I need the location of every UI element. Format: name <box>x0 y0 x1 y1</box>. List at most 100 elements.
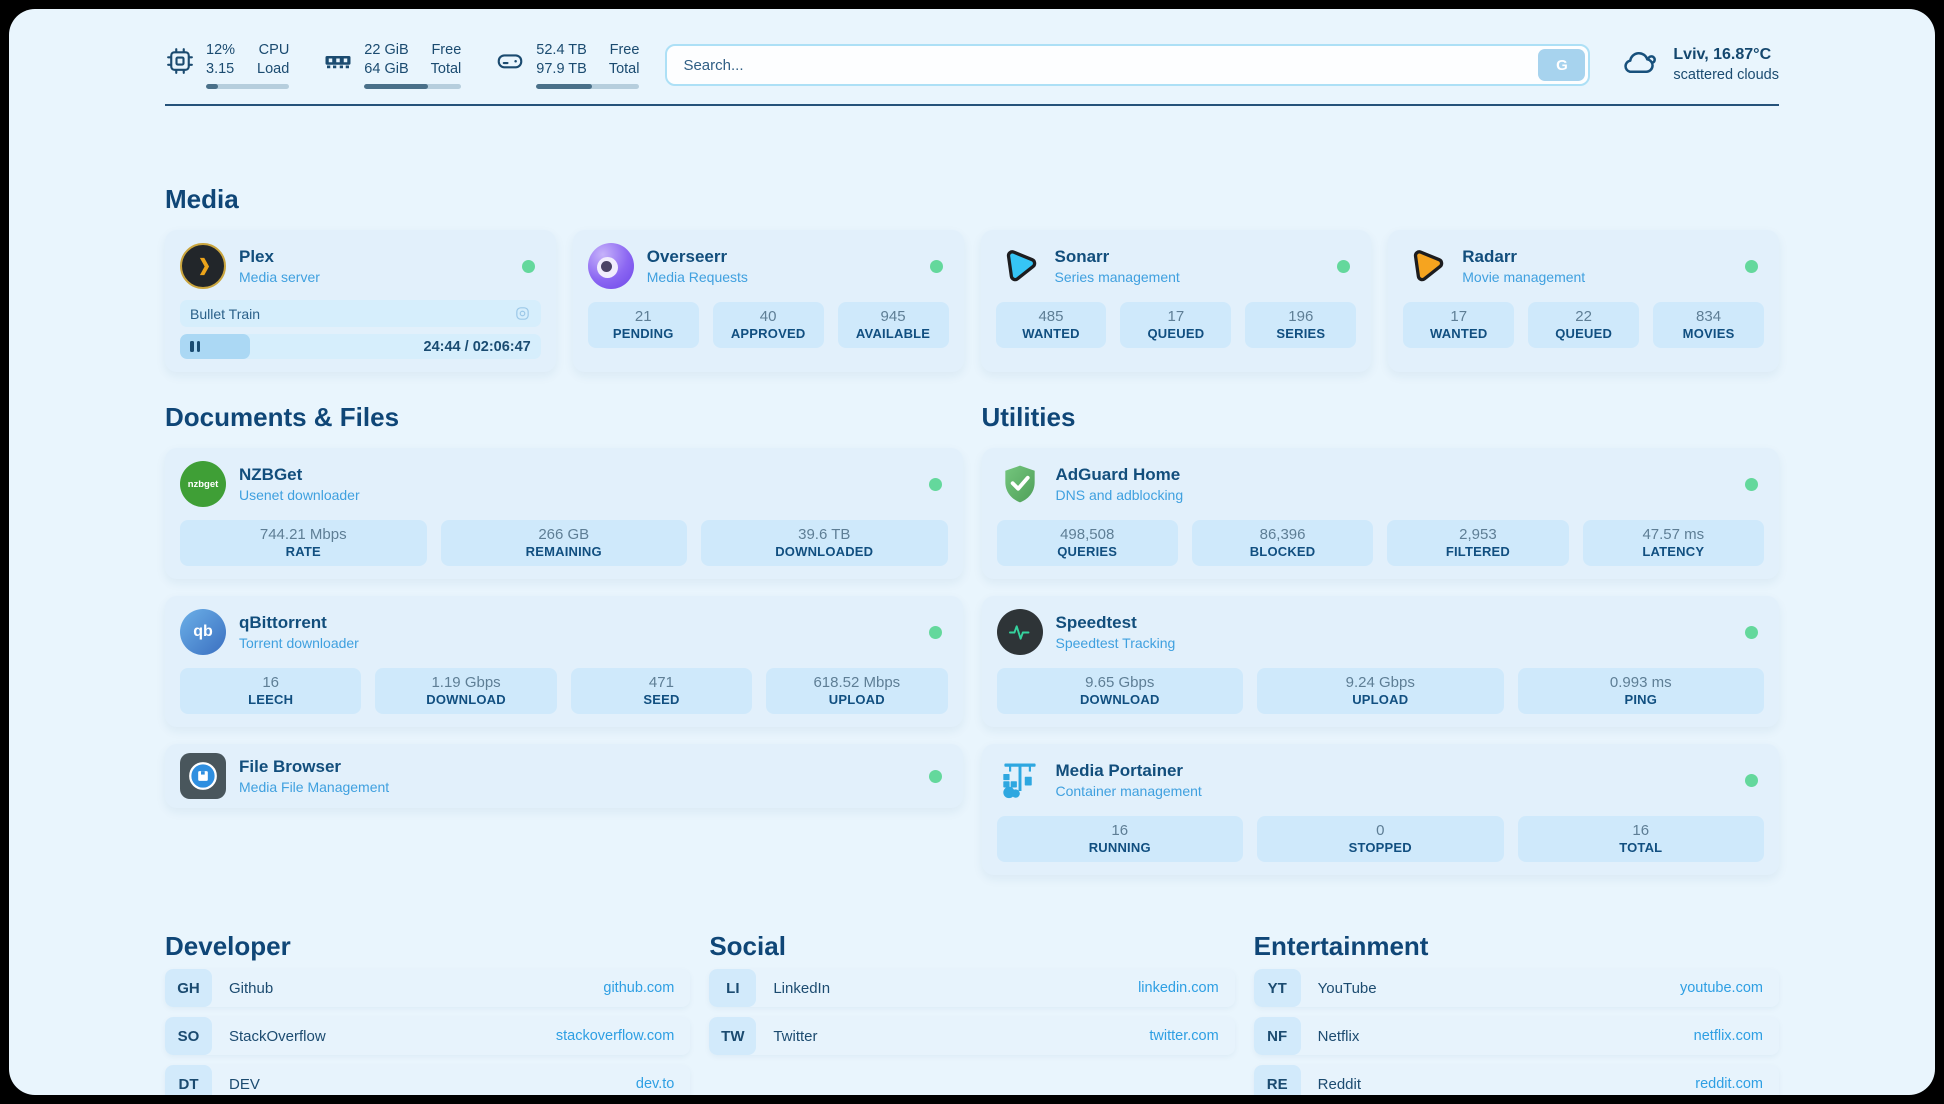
stat-label: APPROVED <box>715 326 822 341</box>
stat-box: 498,508 QUERIES <box>997 520 1178 566</box>
bookmark-name: DEV <box>229 1076 260 1093</box>
app-name: File Browser <box>239 757 389 777</box>
bookmark-name: Github <box>229 980 273 997</box>
stat-box: 9.65 Gbps DOWNLOAD <box>997 668 1244 714</box>
stat-value: 21 <box>590 308 697 325</box>
app-card-plex[interactable]: Plex Media server Bullet Train 24:44 / 0… <box>165 230 556 372</box>
stat-value: 945 <box>840 308 947 325</box>
app-name: Media Portainer <box>1056 761 1202 781</box>
app-description: Container management <box>1056 783 1202 799</box>
ram-total-value: 64 GiB <box>364 60 408 79</box>
bookmark-abbr-badge: LI <box>709 969 756 1007</box>
system-stats: 12% 3.15 CPU Load <box>165 41 639 89</box>
cpu-load-value: 3.15 <box>206 60 235 79</box>
disk-progress-fill <box>536 84 592 89</box>
app-name: qBittorrent <box>239 613 359 633</box>
stat-box: 9.24 Gbps UPLOAD <box>1257 668 1504 714</box>
bookmark-url: youtube.com <box>1680 980 1763 996</box>
utilities-column: Utilities AdGuard Home DNS and adblockin… <box>982 404 1780 875</box>
stat-value: 16 <box>999 822 1242 839</box>
cpu-percent: 12% <box>206 41 235 60</box>
stat-box: 16 RUNNING <box>997 816 1244 862</box>
bookmark-netflix[interactable]: NF Netflix netflix.com <box>1254 1017 1779 1055</box>
stat-label: AVAILABLE <box>840 326 947 341</box>
section-title-social: Social <box>709 933 1234 959</box>
cpu-label: CPU <box>257 41 289 60</box>
stat-label: DOWNLOAD <box>999 692 1242 707</box>
app-card-filebrowser[interactable]: File Browser Media File Management <box>165 744 963 808</box>
disk-total-value: 97.9 TB <box>536 60 587 79</box>
stat-value: 0 <box>1259 822 1502 839</box>
bookmark-url: stackoverflow.com <box>556 1028 674 1044</box>
bookmark-twitter[interactable]: TW Twitter twitter.com <box>709 1017 1234 1055</box>
adguard-icon <box>997 461 1043 507</box>
app-name: NZBGet <box>239 465 360 485</box>
cloud-icon <box>1620 47 1660 84</box>
app-card-portainer[interactable]: Media Portainer Container management 16 … <box>982 744 1780 875</box>
stat-box: 266 GB REMAINING <box>441 520 688 566</box>
documents-column: Documents & Files nzbget NZBGet Usenet d… <box>165 404 963 875</box>
stat-value: 498,508 <box>999 526 1176 543</box>
app-name: AdGuard Home <box>1056 465 1184 485</box>
stat-box: 0.993 ms PING <box>1518 668 1765 714</box>
stat-value: 39.6 TB <box>703 526 946 543</box>
stat-box: 744.21 Mbps RATE <box>180 520 427 566</box>
portainer-icon <box>997 757 1043 803</box>
app-card-overseerr[interactable]: Overseerr Media Requests 21 PENDING 40 A… <box>573 230 964 372</box>
stat-value: 266 GB <box>443 526 686 543</box>
app-name: Plex <box>239 247 320 267</box>
cpu-icon <box>165 41 195 81</box>
disk-widget: 52.4 TB 97.9 TB Free Total <box>495 41 639 89</box>
bookmark-dev[interactable]: DT DEV dev.to <box>165 1065 690 1095</box>
radarr-icon <box>1403 243 1449 289</box>
bookmark-github[interactable]: GH Github github.com <box>165 969 690 1007</box>
bookmark-stackoverflow[interactable]: SO StackOverflow stackoverflow.com <box>165 1017 690 1055</box>
ram-free-label: Free <box>431 41 462 60</box>
cpu-load-label: Load <box>257 60 289 79</box>
speedtest-icon <box>997 609 1043 655</box>
app-card-adguard[interactable]: AdGuard Home DNS and adblocking 498,508 … <box>982 448 1780 579</box>
section-title-utilities: Utilities <box>982 404 1780 430</box>
stat-box: 945 AVAILABLE <box>838 302 949 348</box>
stat-box: 47.57 ms LATENCY <box>1583 520 1764 566</box>
stat-value: 1.19 Gbps <box>377 674 554 691</box>
app-card-radarr[interactable]: Radarr Movie management 17 WANTED 22 QUE… <box>1388 230 1779 372</box>
app-card-qbittorrent[interactable]: qb qBittorrent Torrent downloader 16 LEE… <box>165 596 963 727</box>
bookmark-name: YouTube <box>1318 980 1377 997</box>
stat-label: RUNNING <box>999 840 1242 855</box>
stat-box: 86,396 BLOCKED <box>1192 520 1373 566</box>
playback-time: 24:44 / 02:06:47 <box>424 339 541 355</box>
bookmark-abbr-badge: RE <box>1254 1065 1301 1095</box>
stat-label: UPLOAD <box>1259 692 1502 707</box>
stat-box: 471 SEED <box>571 668 752 714</box>
section-title-documents: Documents & Files <box>165 404 963 430</box>
stat-label: WANTED <box>998 326 1105 341</box>
bookmark-reddit[interactable]: RE Reddit reddit.com <box>1254 1065 1779 1095</box>
stat-box: 40 APPROVED <box>713 302 824 348</box>
app-description: Media File Management <box>239 779 389 795</box>
ram-progress-track <box>364 84 461 89</box>
app-card-speedtest[interactable]: Speedtest Speedtest Tracking 9.65 Gbps D… <box>982 596 1780 727</box>
search-engine-button[interactable]: G <box>1538 49 1585 81</box>
stat-label: BLOCKED <box>1194 544 1371 559</box>
stat-label: REMAINING <box>443 544 686 559</box>
status-dot <box>1745 260 1758 273</box>
playback-progress-bar: 24:44 / 02:06:47 <box>180 334 541 359</box>
stat-box: 2,953 FILTERED <box>1387 520 1568 566</box>
stat-box: 21 PENDING <box>588 302 699 348</box>
app-name: Overseerr <box>647 247 748 267</box>
app-description: Speedtest Tracking <box>1056 635 1176 651</box>
stat-value: 9.24 Gbps <box>1259 674 1502 691</box>
bookmark-youtube[interactable]: YT YouTube youtube.com <box>1254 969 1779 1007</box>
stat-label: SERIES <box>1247 326 1354 341</box>
bookmark-abbr-badge: NF <box>1254 1017 1301 1055</box>
app-card-sonarr[interactable]: Sonarr Series management 485 WANTED 17 Q… <box>981 230 1372 372</box>
status-dot <box>929 770 942 783</box>
app-card-nzbget[interactable]: nzbget NZBGet Usenet downloader 744.21 M… <box>165 448 963 579</box>
bookmark-linkedin[interactable]: LI LinkedIn linkedin.com <box>709 969 1234 1007</box>
disk-total-label: Total <box>609 60 640 79</box>
status-dot <box>930 260 943 273</box>
stat-value: 485 <box>998 308 1105 325</box>
bookmark-group-social: Social LI LinkedIn linkedin.com TW Twitt… <box>709 933 1234 1095</box>
search-input[interactable] <box>665 44 1590 86</box>
